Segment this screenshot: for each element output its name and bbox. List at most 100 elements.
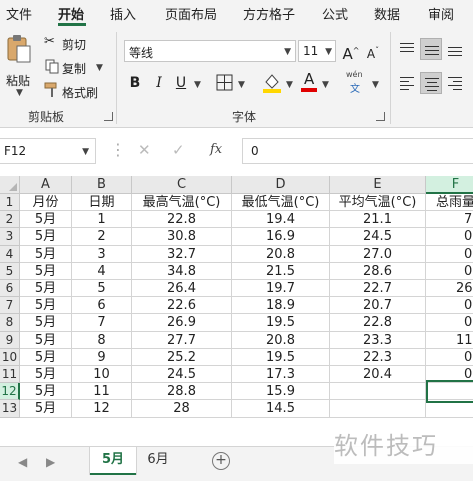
- table-header-cell[interactable]: 最低气温(°C): [232, 194, 330, 212]
- font-color-button[interactable]: A: [300, 70, 318, 92]
- table-cell[interactable]: 24.5: [132, 366, 232, 384]
- table-header-cell[interactable]: 平均气温(°C): [330, 194, 426, 212]
- add-sheet-button[interactable]: +: [212, 452, 230, 470]
- table-cell[interactable]: 27.0: [330, 245, 426, 263]
- phonetic-dropdown-icon[interactable]: ▼: [372, 80, 379, 90]
- table-cell[interactable]: 5月: [20, 348, 72, 366]
- menu-home[interactable]: 开始: [58, 4, 84, 23]
- table-cell[interactable]: 22.8: [132, 211, 232, 229]
- underline-button[interactable]: U: [170, 72, 192, 94]
- table-cell[interactable]: 0: [426, 228, 473, 246]
- table-cell[interactable]: 22.3: [330, 348, 426, 366]
- sheet-tab-may[interactable]: 5月: [90, 447, 136, 475]
- fill-color-icon[interactable]: [262, 72, 282, 94]
- menu-insert[interactable]: 插入: [110, 4, 136, 23]
- table-cell[interactable]: 11: [426, 332, 473, 349]
- menu-fangfang[interactable]: 方方格子: [243, 4, 295, 23]
- column-header-a[interactable]: A: [20, 176, 72, 194]
- table-cell[interactable]: 11: [72, 383, 132, 401]
- column-header-b[interactable]: B: [72, 176, 132, 194]
- align-middle-icon[interactable]: [420, 38, 442, 60]
- table-cell[interactable]: 3: [72, 245, 132, 263]
- menu-file[interactable]: 文件: [6, 4, 32, 23]
- table-cell[interactable]: 1: [72, 211, 132, 229]
- next-sheet-icon[interactable]: ▶: [46, 455, 55, 469]
- table-cell[interactable]: 20.8: [232, 331, 330, 349]
- table-cell[interactable]: 5月: [20, 297, 72, 315]
- align-center-icon[interactable]: [420, 72, 442, 94]
- table-cell[interactable]: 5月: [20, 228, 72, 246]
- table-header-cell[interactable]: 月份: [20, 194, 72, 212]
- fill-color-dropdown-icon[interactable]: ▼: [286, 80, 293, 90]
- borders-dropdown-icon[interactable]: ▼: [238, 80, 245, 90]
- row-header-9[interactable]: 9: [0, 331, 20, 349]
- table-cell[interactable]: 28.8: [132, 383, 232, 401]
- table-cell[interactable]: 26.4: [132, 280, 232, 298]
- table-cell[interactable]: 8: [72, 331, 132, 349]
- clipboard-launcher-icon[interactable]: [104, 112, 113, 121]
- font-launcher-icon[interactable]: [376, 112, 385, 121]
- table-cell[interactable]: 34.8: [132, 262, 232, 280]
- underline-dropdown-icon[interactable]: ▼: [194, 80, 201, 90]
- table-cell[interactable]: 5月: [20, 400, 72, 418]
- sheet-tab-june[interactable]: 6月: [138, 447, 178, 475]
- table-cell[interactable]: 5: [72, 280, 132, 298]
- table-cell[interactable]: 27.7: [132, 331, 232, 349]
- table-cell[interactable]: 0: [426, 246, 473, 263]
- table-cell[interactable]: 5月: [20, 280, 72, 298]
- grow-font-button[interactable]: A^: [340, 40, 362, 63]
- menu-page-layout[interactable]: 页面布局: [165, 4, 217, 23]
- column-header-d[interactable]: D: [232, 176, 330, 194]
- table-cell[interactable]: 19.4: [232, 211, 330, 229]
- row-header-10[interactable]: 10: [0, 348, 20, 366]
- table-cell[interactable]: 17.3: [232, 366, 330, 384]
- name-box[interactable]: F12 ▼: [0, 138, 96, 164]
- table-cell[interactable]: 5月: [20, 262, 72, 280]
- cancel-icon[interactable]: ✕: [138, 141, 151, 159]
- column-header-f[interactable]: F: [426, 176, 473, 194]
- table-cell[interactable]: 15.9: [232, 383, 330, 401]
- table-cell[interactable]: 4: [72, 262, 132, 280]
- table-cell[interactable]: [330, 400, 426, 418]
- column-header-c[interactable]: C: [132, 176, 232, 194]
- enter-icon[interactable]: ✓: [172, 141, 185, 159]
- table-cell[interactable]: 12: [72, 400, 132, 418]
- table-cell[interactable]: 5月: [20, 383, 72, 401]
- align-bottom-icon[interactable]: [444, 38, 466, 60]
- italic-button[interactable]: I: [148, 72, 170, 94]
- table-cell[interactable]: 10: [72, 366, 132, 384]
- table-cell[interactable]: 26: [426, 280, 473, 298]
- table-cell[interactable]: 5月: [20, 314, 72, 332]
- table-cell[interactable]: 7: [72, 314, 132, 332]
- table-cell[interactable]: 16.9: [232, 228, 330, 246]
- borders-icon[interactable]: [216, 74, 234, 92]
- row-header-7[interactable]: 7: [0, 297, 20, 315]
- table-cell[interactable]: 0: [426, 263, 473, 280]
- font-name-select[interactable]: 等线 ▼: [124, 40, 296, 62]
- shrink-font-button[interactable]: Aˇ: [362, 40, 384, 62]
- table-cell[interactable]: 32.7: [132, 245, 232, 263]
- table-header-cell[interactable]: 总雨量: [426, 194, 473, 212]
- table-cell[interactable]: 19.7: [232, 280, 330, 298]
- table-cell[interactable]: 25.2: [132, 348, 232, 366]
- row-header-13[interactable]: 13: [0, 400, 20, 418]
- table-header-cell[interactable]: 日期: [72, 194, 132, 212]
- table-cell[interactable]: 19.5: [232, 314, 330, 332]
- menu-review[interactable]: 审阅: [428, 4, 454, 23]
- table-cell[interactable]: 6: [72, 297, 132, 315]
- row-header-8[interactable]: 8: [0, 314, 20, 332]
- formula-input[interactable]: 0: [242, 138, 473, 164]
- paste-button[interactable]: 粘贴 ▼: [4, 32, 34, 102]
- table-cell[interactable]: 20.7: [330, 297, 426, 315]
- cut-button[interactable]: ✂ 剪切: [44, 34, 104, 52]
- table-cell[interactable]: 28: [132, 400, 232, 418]
- table-cell[interactable]: 19.5: [232, 348, 330, 366]
- table-cell[interactable]: 5月: [20, 211, 72, 229]
- align-top-icon[interactable]: [396, 38, 418, 60]
- prev-sheet-icon[interactable]: ◀: [18, 455, 27, 469]
- row-header-1[interactable]: 1: [0, 194, 20, 212]
- row-header-2[interactable]: 2: [0, 211, 20, 229]
- menu-data[interactable]: 数据: [374, 4, 400, 23]
- table-cell[interactable]: 22.6: [132, 297, 232, 315]
- table-cell[interactable]: 0: [426, 314, 473, 332]
